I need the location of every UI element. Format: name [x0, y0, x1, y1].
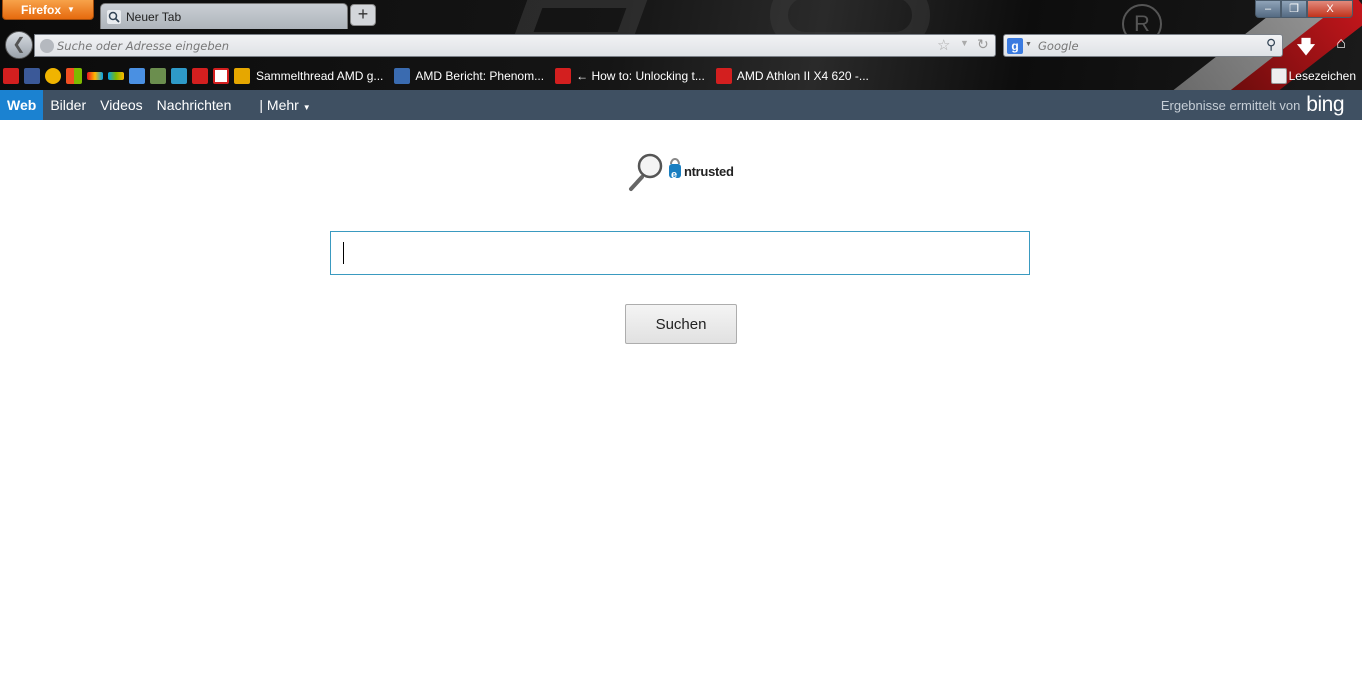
bookmarks-menu-button[interactable]: Lesezeichen	[1268, 66, 1356, 86]
navigation-bar: ❮ ☆ ▼ ↻ g ▼ ⚲ 🡇 ⌂	[0, 30, 1362, 60]
back-button[interactable]: ❮	[5, 31, 33, 59]
results-credit: Ergebnisse ermittelt von bing	[1160, 90, 1345, 120]
maximize-button[interactable]: ❐	[1281, 0, 1307, 18]
logo-text: ntrusted	[684, 164, 734, 179]
search-category-nav: Web Bilder Videos Nachrichten | Mehr ▼ E…	[0, 90, 1362, 120]
lock-icon: e	[671, 169, 677, 181]
url-bar[interactable]: ☆ ▼ ↻	[34, 34, 996, 57]
bookmark-label: AMD Bericht: Phenom...	[415, 69, 545, 83]
facebook-icon[interactable]	[24, 68, 40, 84]
new-tab-button[interactable]: +	[350, 4, 376, 26]
google-icon[interactable]: g	[1007, 38, 1023, 54]
youtube-icon[interactable]	[3, 68, 19, 84]
document-icon	[394, 68, 411, 84]
cb-icon[interactable]	[213, 68, 229, 84]
bookmark-star-icon[interactable]: ☆	[937, 36, 950, 54]
photo-icon[interactable]	[150, 68, 166, 84]
chevron-down-icon: ▼	[302, 103, 311, 112]
reload-icon[interactable]: ↻	[977, 36, 989, 53]
bookmark-label: ← How to: Unlocking t...	[576, 69, 705, 83]
window-controls: – ❐ X	[1255, 0, 1353, 18]
credit-text: Ergebnisse ermittelt von	[1160, 97, 1301, 113]
site-icon[interactable]	[45, 68, 61, 84]
youtube-icon	[555, 68, 572, 84]
bookmark-item[interactable]: Sammelthread AMD g...	[256, 69, 383, 83]
bookmark-label: AMD Athlon II X4 620 -...	[736, 69, 869, 83]
iq-icon[interactable]	[171, 68, 187, 84]
arrow-left-icon: ❮	[12, 36, 26, 53]
bookmarks-menu-label: Lesezeichen	[1288, 69, 1356, 83]
bookmark-item[interactable]: AMD Bericht: Phenom...	[391, 68, 544, 84]
chevron-down-icon[interactable]: ▼	[960, 38, 969, 48]
download-icon[interactable]: 🡇	[1295, 35, 1317, 57]
tab-nachrichten[interactable]: Nachrichten	[150, 90, 239, 120]
entrusted-logo: e ntrusted	[628, 151, 738, 193]
logo-letter: e	[671, 169, 677, 181]
close-button[interactable]: X	[1307, 0, 1353, 18]
more-menu-label: | Mehr	[259, 97, 299, 113]
minimize-button[interactable]: –	[1255, 0, 1281, 18]
windows-icon[interactable]	[66, 68, 82, 84]
url-input[interactable]	[57, 37, 937, 54]
tab-neuer-tab[interactable]: Neuer Tab	[100, 3, 348, 29]
search-icon[interactable]: ⚲	[1266, 36, 1276, 53]
bookmark-item[interactable]: ← How to: Unlocking t...	[552, 68, 705, 84]
search-engine-input[interactable]	[1038, 37, 1263, 54]
translate-icon[interactable]	[129, 68, 145, 84]
search-icon	[107, 9, 121, 24]
more-menu[interactable]: | Mehr ▼	[252, 90, 317, 120]
chart-icon[interactable]	[234, 68, 250, 84]
square-icon[interactable]	[192, 68, 208, 84]
search-input[interactable]	[330, 231, 1030, 275]
search-engine-bar[interactable]: g ▼ ⚲	[1003, 34, 1283, 57]
h-site-icon	[715, 68, 732, 84]
globe-icon	[40, 39, 54, 53]
bookmarks-icon	[1270, 68, 1287, 84]
home-icon[interactable]: ⌂	[1330, 35, 1352, 57]
text-cursor	[343, 242, 344, 264]
bookmarks-toolbar: Sammelthread AMD g... AMD Bericht: Pheno…	[0, 66, 1362, 86]
chevron-down-icon: ▼	[67, 5, 75, 14]
bookmark-item[interactable]: AMD Athlon II X4 620 -...	[713, 68, 869, 84]
tab-bilder[interactable]: Bilder	[43, 90, 93, 120]
tab-title: Neuer Tab	[126, 9, 182, 24]
bookmark-label: Sammelthread AMD g...	[256, 69, 384, 83]
chevron-down-icon[interactable]: ▼	[1025, 41, 1032, 48]
firefox-menu-label: Firefox	[21, 2, 62, 17]
tab-videos[interactable]: Videos	[93, 90, 150, 120]
firefox-menu-button[interactable]: Firefox ▼	[2, 0, 94, 20]
browser-chrome: R Firefox ▼ Neuer Tab + – ❐ X ❮ ☆ ▼ ↻ g …	[0, 0, 1362, 90]
tiles-icon[interactable]	[108, 72, 124, 80]
bing-logo: bing	[1306, 93, 1344, 116]
tab-web[interactable]: Web	[0, 90, 44, 120]
tiles-icon[interactable]	[87, 72, 103, 80]
search-button[interactable]: Suchen	[625, 304, 737, 344]
